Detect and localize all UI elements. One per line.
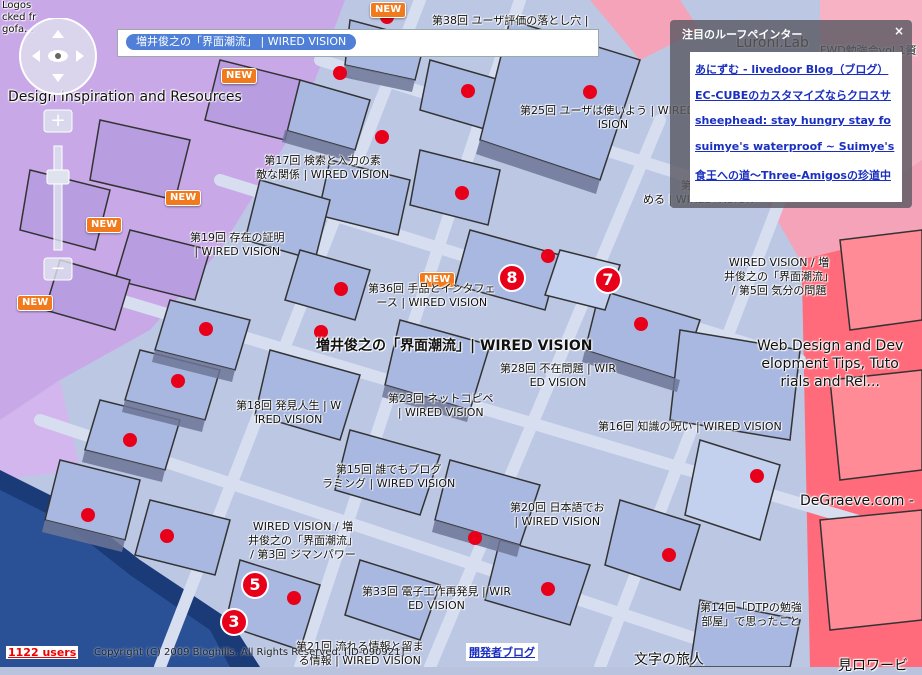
- panel-link[interactable]: sheephead: stay hungry stay fo: [695, 114, 891, 127]
- map-marker-dot[interactable]: [750, 469, 764, 483]
- panel-title: 注目のルーフペインター: [682, 28, 803, 41]
- developer-blog-link[interactable]: 開発者ブログ: [466, 643, 538, 661]
- map-marker-dot[interactable]: [123, 433, 137, 447]
- map-label[interactable]: 第23回 ネットコピペ | WIRED VISION: [388, 392, 494, 420]
- numbered-marker-8[interactable]: 8: [498, 264, 526, 292]
- user-count-link[interactable]: 1122 users: [6, 646, 79, 659]
- map-label[interactable]: 第15回 誰でもプログ ラミング | WIRED VISION: [322, 463, 455, 491]
- map-marker-dot[interactable]: [160, 529, 174, 543]
- map-label[interactable]: DeGraeve.com -: [800, 492, 914, 510]
- map-navigation-control[interactable]: + −: [18, 18, 102, 298]
- map-label[interactable]: 第28回 不在問題 | WIR ED VISION: [500, 362, 616, 390]
- new-badge: NEW: [165, 190, 202, 206]
- map-marker-dot[interactable]: [468, 531, 482, 545]
- numbered-marker-3[interactable]: 3: [220, 608, 248, 636]
- map-marker-dot[interactable]: [287, 591, 301, 605]
- map-marker-dot[interactable]: [541, 249, 555, 263]
- map-label[interactable]: WIRED VISION / 増 井俊之の「界面潮流」 / 第3回 ジマンパワー: [248, 520, 358, 562]
- numbered-marker-5[interactable]: 5: [241, 571, 269, 599]
- copyright-text: Copyright (C) 2009 Bloghills. All Rights…: [94, 647, 405, 658]
- map-marker-dot[interactable]: [314, 325, 328, 339]
- panel-link[interactable]: suimye's waterproof ~ Suimye's: [695, 140, 894, 153]
- map-marker-dot[interactable]: [541, 582, 555, 596]
- svg-text:−: −: [50, 258, 65, 279]
- new-badge: NEW: [221, 68, 258, 84]
- map-label[interactable]: 第20回 日本語でお | WIRED VISION: [510, 501, 605, 529]
- map-label[interactable]: WIRED VISION / 増 井俊之の「界面潮流」 / 第5回 気分の問題: [724, 256, 834, 298]
- map-label[interactable]: 第36回 手品とインタフェ ース | WIRED VISION: [368, 282, 496, 310]
- map-label[interactable]: 第38回 ユーザ評価の落とし穴 |: [432, 14, 588, 28]
- map-label[interactable]: 文字の旅人: [634, 651, 704, 669]
- new-badge: NEW: [370, 2, 407, 18]
- map-label[interactable]: 第33回 電子工作再発見 | WIR ED VISION: [362, 585, 511, 613]
- panel-link[interactable]: あにずむ - livedoor Blog（ブログ）: [695, 61, 888, 77]
- zoom-slider-track: [53, 145, 63, 251]
- map-marker-dot[interactable]: [199, 322, 213, 336]
- map-marker-dot[interactable]: [333, 66, 347, 80]
- numbered-marker-7[interactable]: 7: [594, 266, 622, 294]
- map-label[interactable]: 第14回「DTPの勉強 部屋」で思ったこと: [700, 601, 802, 629]
- map-label[interactable]: 第19回 存在の証明 | WIRED VISION: [190, 231, 285, 259]
- roof-painter-panel: 注目のルーフペインター × あにずむ - livedoor Blog（ブログ） …: [670, 20, 912, 208]
- svg-text:+: +: [50, 110, 65, 131]
- map-label[interactable]: 第17回 検索と入力の素 敵な関係 | WIRED VISION: [256, 154, 389, 182]
- map-label[interactable]: 見ロワービ: [838, 657, 908, 675]
- map-marker-dot[interactable]: [455, 186, 469, 200]
- map-marker-dot[interactable]: [634, 317, 648, 331]
- map-marker-dot[interactable]: [81, 508, 95, 522]
- map-label[interactable]: 第16回 知識の呪い | WIRED VISION: [598, 420, 782, 434]
- panel-link[interactable]: 食王への道〜Three-Amigosの珍道中: [695, 167, 891, 183]
- panel-link[interactable]: EC-CUBEのカスタマイズならクロスサ: [695, 87, 891, 103]
- map-label[interactable]: 増井俊之の「界面潮流」| WIRED VISION: [316, 338, 592, 355]
- map-marker-dot[interactable]: [375, 130, 389, 144]
- map-marker-dot[interactable]: [171, 374, 185, 388]
- map-label[interactable]: 第18回 発見人生 | W IRED VISION: [236, 399, 341, 427]
- map-label[interactable]: Web Design and Dev elopment Tips, Tuto r…: [757, 337, 903, 391]
- close-icon[interactable]: ×: [892, 24, 906, 38]
- map-marker-dot[interactable]: [662, 548, 676, 562]
- title-bar: 増井俊之の「界面潮流」 | WIRED VISION: [117, 29, 599, 57]
- panel-link-list: あにずむ - livedoor Blog（ブログ） EC-CUBEのカスタマイズ…: [690, 52, 902, 202]
- map-marker-dot[interactable]: [334, 282, 348, 296]
- title-pill[interactable]: 増井俊之の「界面潮流」 | WIRED VISION: [126, 34, 357, 50]
- map-marker-dot[interactable]: [461, 84, 475, 98]
- map-marker-dot[interactable]: [583, 85, 597, 99]
- zoom-slider-handle: [46, 169, 70, 185]
